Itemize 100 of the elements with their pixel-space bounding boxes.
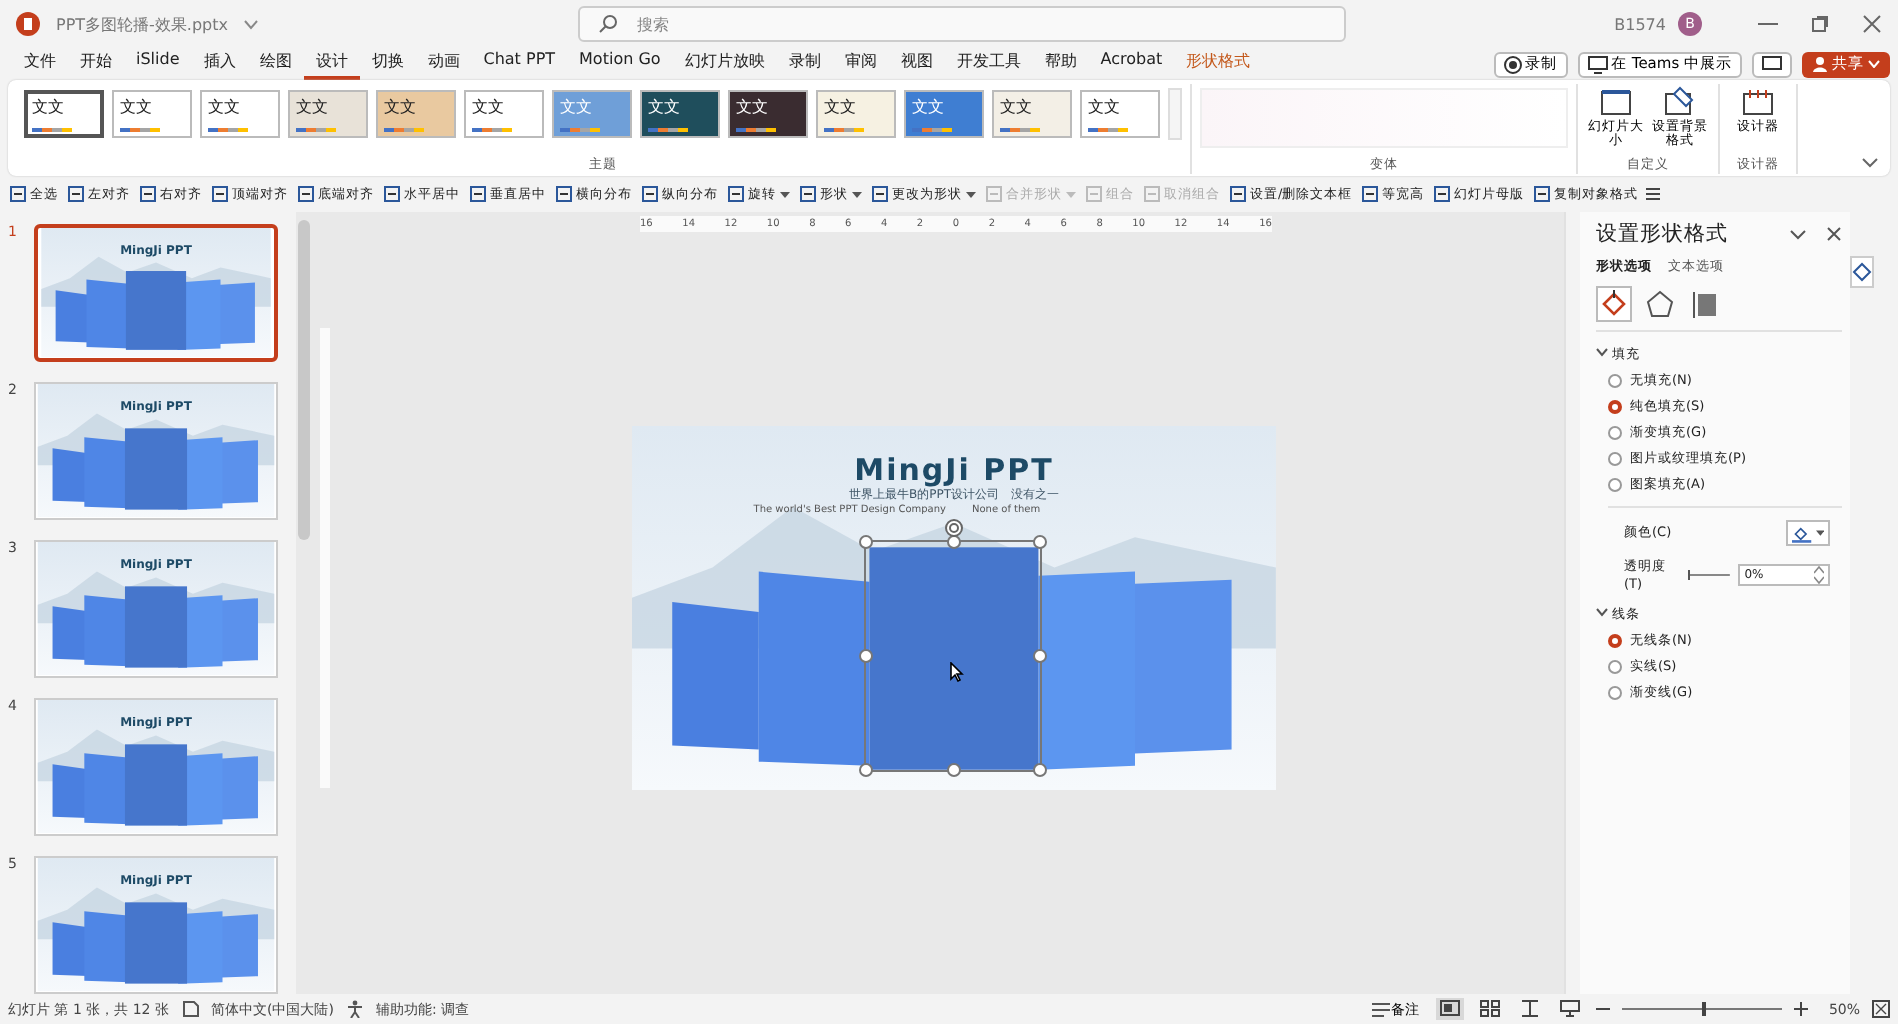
ribbon-tab[interactable]: 幻灯片放映 [672,48,777,80]
spinner-arrows-icon[interactable] [1814,566,1824,584]
fit-to-window-icon[interactable] [1872,1000,1890,1018]
search-field[interactable]: 搜索 [578,6,1347,42]
color-picker-button[interactable] [1786,520,1830,546]
collapse-icon[interactable] [1862,158,1878,168]
resize-handle[interactable] [859,763,873,777]
search-icon [598,14,619,34]
paint-bucket-icon [1792,523,1812,543]
ribbon-tab[interactable]: 视图 [888,48,945,80]
tool-icon [728,186,744,202]
caret-icon [1815,530,1824,536]
radio-button[interactable] [1608,400,1622,414]
gallery-scrollbar[interactable] [1168,88,1182,140]
notes-icon [1372,1001,1391,1017]
tool-icon [1534,186,1551,202]
tool-icon [872,186,888,202]
resize-handle[interactable] [1033,763,1047,777]
person-icon [1812,56,1828,72]
ribbon-tab[interactable]: 插入 [191,48,248,80]
paint-bucket-tab[interactable] [1596,286,1632,322]
radio-button[interactable] [1608,452,1622,466]
pane-title: 设置形状格式 [1596,220,1730,248]
theme-thumbnail[interactable]: 文文 [464,90,544,138]
transparency-slider[interactable] [1688,570,1731,580]
ribbon-tab[interactable]: 开始 [68,48,124,80]
normal-view-button[interactable] [1436,998,1465,1020]
ribbon-tab[interactable]: 文件 [12,48,68,80]
scrollbar[interactable] [298,220,310,540]
ribbon-tab[interactable]: iSlide [124,48,192,80]
slide-title: MingJi PPT [852,452,1056,488]
caret-icon [1066,191,1076,197]
file-name[interactable]: PPT多图轮播-效果.pptx [56,13,228,35]
slide-show-button[interactable] [1556,998,1585,1020]
caret-icon [780,191,790,197]
caret-icon [1868,60,1880,68]
caret-icon [852,191,862,197]
ribbon-tab[interactable]: 审阅 [832,48,889,80]
close-icon[interactable] [1862,14,1882,34]
theme-thumbnail[interactable]: 文文 [288,90,368,138]
pentagon-tab[interactable] [1642,286,1678,322]
radio-button[interactable] [1608,374,1622,388]
tool-icon [986,186,1002,202]
chevron-down-icon [1596,606,1608,618]
ribbon-tab[interactable]: 动画 [415,48,472,80]
radio-button[interactable] [1608,634,1622,648]
radio-button[interactable] [1608,426,1622,440]
scrollbar[interactable] [1564,212,1580,994]
theme-thumbnail[interactable]: 文文 [640,90,720,138]
resize-handle[interactable] [859,535,873,549]
theme-thumbnail[interactable]: 文文 [1080,90,1160,138]
theme-thumbnail[interactable]: 文文 [728,90,808,138]
zoom-out-icon[interactable] [1596,1002,1611,1016]
ribbon-tab[interactable]: 切换 [359,48,416,80]
maximize-icon[interactable] [1810,14,1830,34]
caret-icon [244,19,258,29]
ribbon-tab[interactable]: Motion Go [567,48,673,80]
tool-icon [1434,186,1451,202]
close-icon[interactable] [1826,226,1842,242]
radio-button[interactable] [1608,660,1622,674]
tool-icon [1086,186,1102,202]
format-pane-toggle[interactable] [1850,256,1874,288]
ribbon-tab[interactable]: 录制 [776,48,833,80]
radio-button[interactable] [1608,686,1622,700]
tool-icon [384,186,400,202]
rotate-handle-icon[interactable] [944,518,964,538]
ribbon-tab[interactable]: 帮助 [1032,48,1089,80]
tool-icon [212,186,228,202]
zoom-in-icon[interactable] [1794,1002,1809,1016]
radio-button[interactable] [1608,478,1622,492]
theme-thumbnail[interactable]: 文文 [904,90,984,138]
theme-thumbnail[interactable]: 文文 [376,90,456,138]
theme-thumbnail[interactable]: 文文 [992,90,1072,138]
menu-icon[interactable] [1646,188,1661,200]
resize-handle[interactable] [1033,535,1047,549]
tool-icon [470,186,486,202]
ribbon-tab[interactable]: 形状格式 [1174,48,1263,80]
tool-icon [1230,186,1246,202]
app-icon[interactable] [16,12,40,36]
designer-icon [1740,86,1776,118]
spelling-icon[interactable] [181,1000,199,1018]
theme-thumbnail[interactable]: 文文 [24,90,104,138]
accessibility-icon[interactable] [345,1000,364,1018]
tool-icon [800,186,816,202]
theme-thumbnail[interactable]: 文文 [112,90,192,138]
zoom-thumb[interactable] [1702,1002,1707,1016]
ribbon-tab[interactable]: 绘图 [247,48,304,80]
paint-bucket-icon [1852,262,1872,282]
ribbon-tab[interactable]: Acrobat [1088,48,1175,80]
paint-icon [1662,86,1698,118]
tool-icon [556,186,572,202]
tool-icon [140,186,156,202]
slide-sorter-button[interactable] [1476,998,1505,1020]
caret-icon [966,191,976,197]
theme-thumbnail[interactable]: 文文 [200,90,280,138]
chevron-down-icon[interactable] [1790,229,1806,239]
ribbon-tab[interactable]: 开发工具 [944,48,1033,80]
theme-thumbnail[interactable]: 文文 [816,90,896,138]
comments-button[interactable] [1752,51,1792,77]
ribbon-tab[interactable]: Chat PPT [471,48,568,80]
